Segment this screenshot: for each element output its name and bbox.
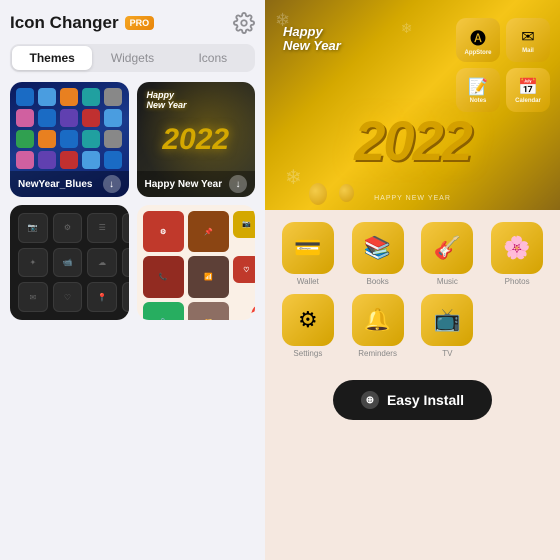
settings-icon-box: ⚙: [282, 294, 334, 346]
snowflake-3: ❄: [285, 165, 302, 190]
header-left: Icon Changer PRO: [10, 13, 154, 33]
download-blues-btn[interactable]: ↓: [103, 175, 121, 193]
app-row-1: 💳 Wallet 📚 Books 🎸 Music 🌸 Photos: [277, 222, 548, 286]
happy-new-year-text: HappyNew Year: [283, 25, 363, 54]
left-panel: Icon Changer PRO Themes Widgets Icons: [0, 0, 265, 560]
wallet-label: Wallet: [297, 277, 319, 286]
theme-card-hny[interactable]: HappyNew Year 2022 Happy New Year ↓: [137, 82, 256, 197]
theme-label-blues: NewYear_Blues ↓: [10, 171, 129, 197]
photos-label: Photos: [505, 277, 530, 286]
easy-install-button[interactable]: ⊕ Easy Install: [333, 380, 492, 420]
bottom-app-photos[interactable]: 🌸 Photos: [486, 222, 548, 286]
tab-icons[interactable]: Icons: [173, 46, 253, 70]
balloon-1: [309, 183, 327, 205]
app-row-2: ⚙ Settings 🔔 Reminders 📺 TV: [277, 294, 548, 358]
snowflake-4: ❄: [401, 20, 413, 37]
app-icon-mail[interactable]: ✉ Mail: [506, 18, 550, 62]
tabs-bar: Themes Widgets Icons: [10, 44, 255, 72]
reminders-label: Reminders: [358, 349, 397, 358]
theme-card-newyear-blues[interactable]: NewYear_Blues ↓: [10, 82, 129, 197]
app-header: Icon Changer PRO: [10, 12, 255, 34]
bottom-app-empty: [486, 294, 548, 358]
app-icon-appstore[interactable]: 🅐 AppStore: [456, 18, 500, 62]
bottom-app-tv[interactable]: 📺 TV: [417, 294, 479, 358]
settings-label: Settings: [293, 349, 322, 358]
bottom-app-books[interactable]: 📚 Books: [347, 222, 409, 286]
year-2022: 2022: [354, 108, 471, 173]
gear-icon[interactable]: [233, 12, 255, 34]
phone-preview: ❄ ❄ ❄ ❄ HappyNew Year 🅐 AppStore ✉ Mail …: [265, 0, 560, 560]
theme-card-dark[interactable]: 📷 ⚙ ☰ 🗂 ✦ 📹 ☁ 📁 ✉ ♡ 📍 🔒: [10, 205, 129, 320]
install-icon: ⊕: [361, 391, 379, 409]
bottom-app-wallet[interactable]: 💳 Wallet: [277, 222, 339, 286]
app-title: Icon Changer: [10, 13, 119, 33]
theme-card-xmas[interactable]: ⚙ 📌 📷 ♪ 📞 📶 ♡ ✉ 🔒 📁 🎅: [137, 205, 256, 320]
year-number-large: 2022: [323, 100, 503, 180]
bottom-app-music[interactable]: 🎸 Music: [417, 222, 479, 286]
top-right-apps: 🅐 AppStore ✉ Mail 📝 Notes 📅 Calendar: [456, 18, 550, 112]
theme-label-hny: Happy New Year ↓: [137, 171, 256, 197]
gold-top-area: ❄ ❄ ❄ ❄ HappyNew Year 🅐 AppStore ✉ Mail …: [265, 0, 560, 210]
themes-grid: NewYear_Blues ↓ HappyNew Year 2022 Happy…: [10, 82, 255, 320]
app-icon-calendar[interactable]: 📅 Calendar: [506, 68, 550, 112]
right-panel: ❄ ❄ ❄ ❄ HappyNew Year 🅐 AppStore ✉ Mail …: [265, 0, 560, 560]
balloon-2: [339, 184, 354, 202]
happy-new-year-subtitle: HAPPY NEW YEAR: [374, 195, 451, 202]
tv-icon-box: 📺: [421, 294, 473, 346]
bottom-app-settings[interactable]: ⚙ Settings: [277, 294, 339, 358]
download-hny-btn[interactable]: ↓: [229, 175, 247, 193]
tab-widgets[interactable]: Widgets: [92, 46, 172, 70]
wallet-icon-box: 💳: [282, 222, 334, 274]
photos-icon-box: 🌸: [491, 222, 543, 274]
music-label: Music: [437, 277, 458, 286]
books-icon-box: 📚: [352, 222, 404, 274]
pro-badge: PRO: [125, 16, 155, 30]
bottom-app-reminders[interactable]: 🔔 Reminders: [347, 294, 409, 358]
easy-install-label: Easy Install: [387, 392, 464, 408]
tv-label: TV: [442, 349, 452, 358]
books-label: Books: [367, 277, 389, 286]
phone-bottom-area: 💳 Wallet 📚 Books 🎸 Music 🌸 Photos: [265, 210, 560, 430]
tab-themes[interactable]: Themes: [12, 46, 92, 70]
easy-install-wrapper: ⊕ Easy Install: [277, 366, 548, 420]
music-icon-box: 🎸: [421, 222, 473, 274]
happy-text: HappyNew Year: [283, 25, 363, 54]
reminders-icon-box: 🔔: [352, 294, 404, 346]
